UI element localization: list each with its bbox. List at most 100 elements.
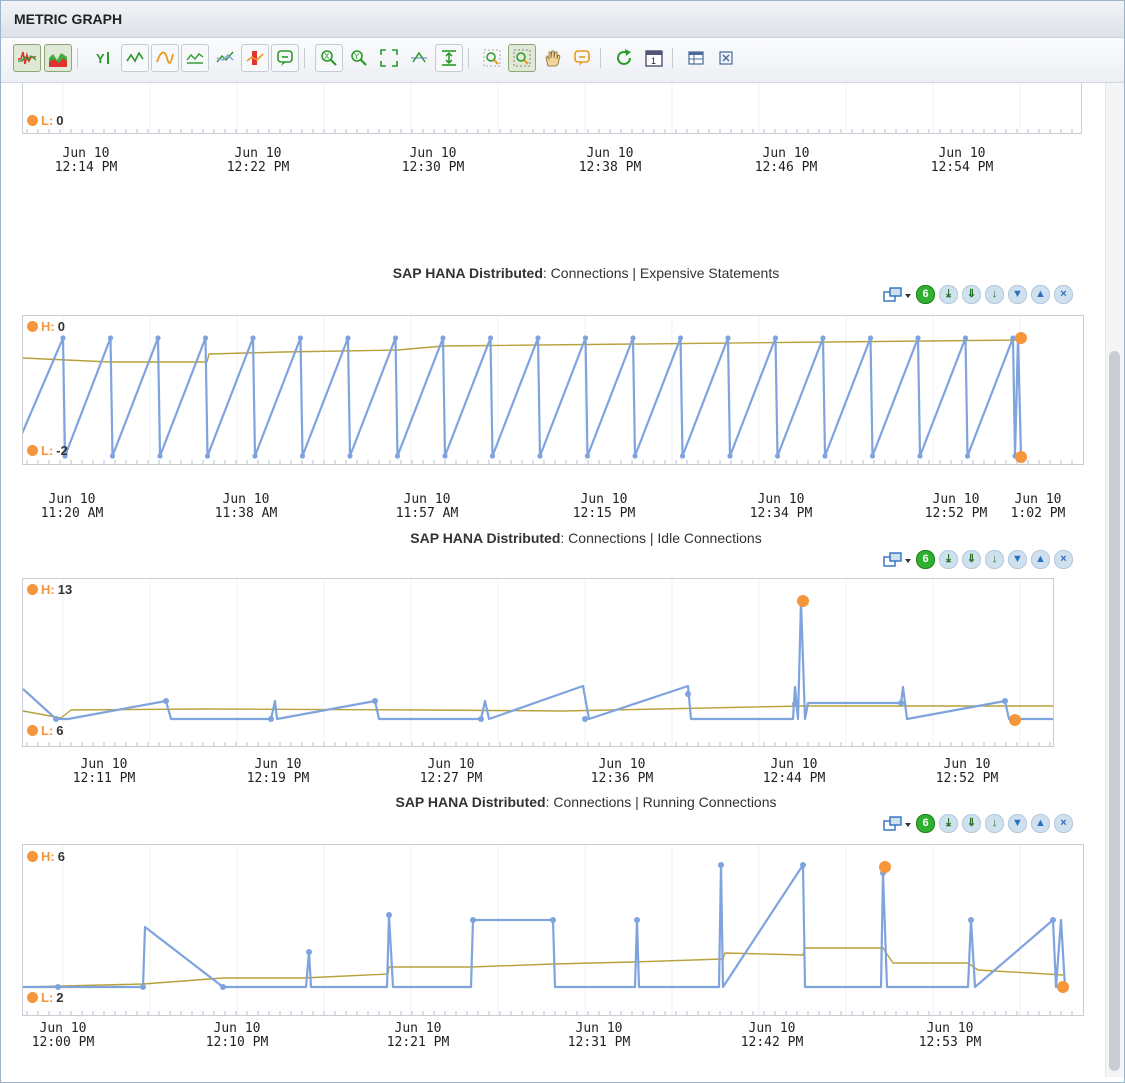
plot-area[interactable] — [22, 83, 1082, 134]
save-icon[interactable]: ⇓ — [962, 814, 981, 833]
series-point — [478, 716, 484, 722]
chart-title-source: SAP HANA Distributed — [410, 530, 561, 546]
window-title: METRIC GRAPH — [14, 11, 123, 27]
move-down-icon[interactable]: ▼ — [1008, 814, 1027, 833]
series-point — [869, 453, 876, 459]
remove-chart-icon[interactable]: × — [1054, 550, 1073, 569]
series-point — [202, 335, 209, 341]
popout-menu-icon[interactable] — [882, 286, 912, 303]
step-series-icon[interactable] — [181, 44, 209, 72]
series-point — [394, 453, 401, 459]
chart-title-metric: Connections | Running Connections — [553, 794, 777, 810]
high-dot-icon — [27, 321, 38, 332]
refresh-icon[interactable] — [610, 44, 638, 72]
save-icon[interactable]: ⇓ — [962, 285, 981, 304]
save-icon[interactable]: ⇓ — [962, 550, 981, 569]
series-canvas — [23, 845, 1073, 1015]
high-value-label: H: 13 — [27, 582, 72, 597]
status-badge[interactable]: 6 — [916, 285, 935, 304]
remove-chart-icon[interactable]: × — [1054, 814, 1073, 833]
zoom-box-icon[interactable] — [508, 44, 536, 72]
x-axis-tick-label: Jun 10 12:14 PM — [54, 146, 118, 175]
series-point — [220, 984, 226, 990]
plot-area[interactable] — [22, 844, 1084, 1016]
svg-text:X: X — [324, 52, 330, 61]
series-point — [727, 453, 733, 459]
move-up-icon[interactable]: ▲ — [1031, 550, 1050, 569]
status-badge[interactable]: 6 — [916, 814, 935, 833]
vertical-scrollbar[interactable] — [1105, 83, 1124, 1077]
low-marker — [1009, 714, 1021, 726]
table-view-icon[interactable] — [682, 44, 710, 72]
line-chart-mode-icon[interactable] — [13, 44, 41, 72]
pan-hand-icon[interactable] — [538, 44, 566, 72]
chart-title-source: SAP HANA Distributed — [395, 794, 546, 810]
move-up-icon[interactable]: ▲ — [1031, 285, 1050, 304]
plot-area[interactable] — [22, 578, 1054, 747]
series-canvas — [23, 579, 1053, 746]
line-series-icon[interactable] — [121, 44, 149, 72]
status-badge[interactable]: 6 — [916, 550, 935, 569]
popout-menu-icon[interactable] — [882, 551, 912, 568]
x-axis-tick-label: Jun 10 12:42 PM — [740, 1021, 804, 1050]
zoom-in-icon[interactable] — [478, 44, 506, 72]
popout-menu-icon[interactable] — [882, 815, 912, 832]
series-point — [582, 335, 589, 341]
download-icon[interactable]: ↓ — [985, 814, 1004, 833]
low-dot-icon — [27, 725, 38, 736]
area-chart-mode-icon[interactable] — [44, 44, 72, 72]
x-axis-tick-label: Jun 10 11:38 AM — [214, 492, 278, 521]
chart-actions: 6 ⤓ ⇓ ↓ ▼ ▲ × — [882, 285, 1073, 304]
series-point — [968, 917, 974, 923]
download-csv-icon[interactable]: ⤓ — [939, 814, 958, 833]
plot-area[interactable] — [22, 315, 1084, 465]
chart-panel-1: L: 0 Jun 10 12:14 PM Jun 10 12:22 PM Jun 10 12:… — [6, 83, 1103, 261]
compare-icon[interactable] — [435, 44, 463, 72]
download-icon[interactable]: ↓ — [985, 285, 1004, 304]
series-canvas — [23, 316, 1073, 464]
comment-icon[interactable] — [568, 44, 596, 72]
low-marker — [1015, 451, 1027, 463]
fit-all-icon[interactable] — [375, 44, 403, 72]
y-axis-icon[interactable]: Y — [89, 44, 117, 72]
baseline-icon[interactable] — [405, 44, 433, 72]
move-up-icon[interactable]: ▲ — [1031, 814, 1050, 833]
chart-title: SAP HANA Distributed: Connections | Runn… — [395, 794, 777, 810]
baseline-series — [23, 339, 1024, 363]
move-down-icon[interactable]: ▼ — [1008, 285, 1027, 304]
series-point — [157, 453, 163, 459]
x-axis-tick-label: Jun 10 12:27 PM — [419, 757, 483, 786]
series-point — [800, 862, 806, 868]
download-csv-icon[interactable]: ⤓ — [939, 550, 958, 569]
chart-title-metric: Connections | Idle Connections — [568, 530, 762, 546]
download-csv-icon[interactable]: ⤓ — [939, 285, 958, 304]
calendar-icon[interactable]: 1 — [640, 44, 668, 72]
series-point — [109, 453, 116, 459]
x-axis-tick-label: Jun 10 12:21 PM — [386, 1021, 450, 1050]
band-series-icon[interactable] — [211, 44, 239, 72]
curve-series-icon[interactable] — [151, 44, 179, 72]
series-point — [299, 453, 306, 459]
baseline-series — [23, 705, 1053, 719]
x-axis-tick-label: Jun 10 12:19 PM — [246, 757, 310, 786]
download-icon[interactable]: ↓ — [985, 550, 1004, 569]
series-point — [1002, 698, 1008, 704]
series-point — [718, 862, 724, 868]
high-value-label: H: 0 — [27, 319, 65, 334]
threshold-icon[interactable] — [241, 44, 269, 72]
low-value-label: L: 0 — [27, 113, 64, 128]
series-point — [345, 335, 351, 341]
series-point — [440, 335, 446, 341]
remove-chart-icon[interactable]: × — [1054, 285, 1073, 304]
zoom-y-icon[interactable]: Y — [345, 44, 373, 72]
scrollbar-thumb[interactable] — [1109, 351, 1120, 1071]
chart-title-source: SAP HANA Distributed — [392, 265, 543, 281]
series-point — [163, 698, 169, 704]
x-axis-tick-label: Jun 10 12:38 PM — [578, 146, 642, 175]
zoom-x-icon[interactable]: X — [315, 44, 343, 72]
series-point — [582, 716, 588, 722]
move-down-icon[interactable]: ▼ — [1008, 550, 1027, 569]
annotation-icon[interactable] — [271, 44, 299, 72]
close-panel-icon[interactable] — [712, 44, 740, 72]
series-point — [1050, 917, 1056, 923]
